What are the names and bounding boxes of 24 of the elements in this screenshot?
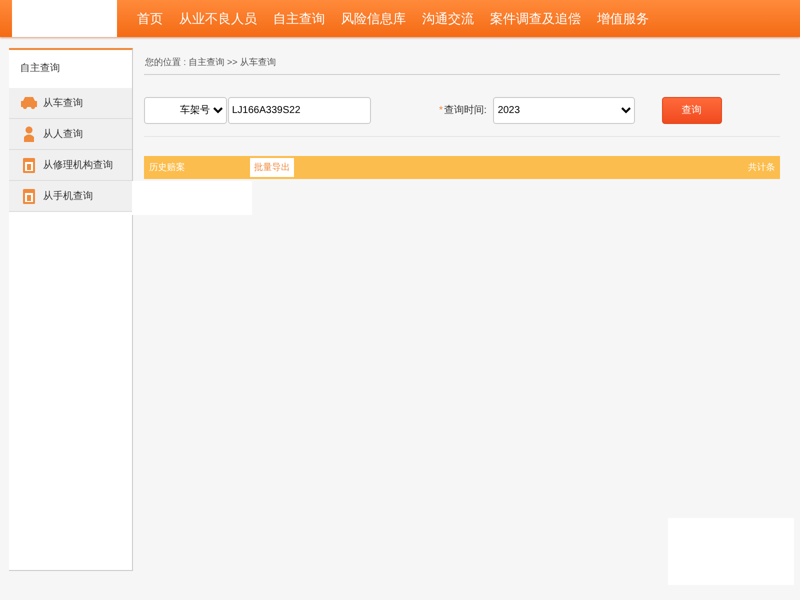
sidebar-item[interactable]: 从修理机构查询 [9,150,132,181]
sidebar-item[interactable]: 从手机查询 [9,181,132,212]
breadcrumb: 您的位置 : 自主查询 >> 从车查询 [144,37,780,75]
export-button[interactable]: 批量导出 [250,158,294,177]
person-icon [23,126,35,142]
results-title: 历史赔案 [149,161,185,174]
search-button[interactable]: 查询 [662,96,722,124]
sidebar-item[interactable]: 从车查询 [9,88,132,119]
nav-link[interactable]: 首页 [137,10,163,28]
time-label: 查询时间: [444,105,487,116]
nav-link[interactable]: 增值服务 [597,10,649,28]
nav-link[interactable]: 风险信息库 [341,10,406,28]
sidebar-item[interactable]: 从人查询 [9,119,132,150]
required-mark: * [439,105,443,116]
nav-link[interactable]: 从业不良人员 [179,10,257,28]
nav-link[interactable]: 案件调查及追偿 [490,10,581,28]
sidebar-title: 自主查询 [19,62,61,76]
result-count: 共计条 [748,161,775,174]
vin-input-field[interactable]: LJ166A339S22 [228,96,371,124]
nav-link[interactable]: 沟通交流 [422,10,474,28]
year-select[interactable]: 2023 [492,96,635,124]
nav-link[interactable]: 自主查询 [273,10,325,28]
field-type-select[interactable]: 车架号 [144,96,227,124]
car-icon [20,96,38,110]
